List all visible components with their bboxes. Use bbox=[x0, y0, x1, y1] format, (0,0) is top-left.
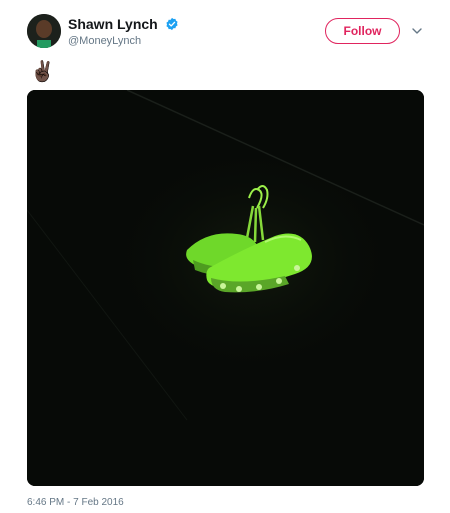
author-handle[interactable]: @MoneyLynch bbox=[68, 35, 141, 47]
tweet-photo[interactable] bbox=[27, 90, 424, 486]
verified-badge-icon bbox=[166, 17, 178, 31]
tweet-card: Shawn Lynch @MoneyLynch Follow ✌🏿 6:46 P… bbox=[0, 0, 450, 513]
author-display-name[interactable]: Shawn Lynch bbox=[68, 16, 158, 32]
chevron-down-icon[interactable] bbox=[411, 25, 423, 37]
tweet-timestamp[interactable]: 6:46 PM - 7 Feb 2016 bbox=[27, 497, 124, 508]
cleats-on-wire-photo bbox=[27, 90, 424, 486]
tweet-text: ✌🏿 bbox=[30, 61, 55, 83]
avatar-image bbox=[27, 14, 61, 48]
avatar[interactable] bbox=[27, 14, 61, 48]
follow-button[interactable]: Follow bbox=[325, 18, 400, 44]
author-name-row[interactable]: Shawn Lynch bbox=[68, 16, 179, 32]
